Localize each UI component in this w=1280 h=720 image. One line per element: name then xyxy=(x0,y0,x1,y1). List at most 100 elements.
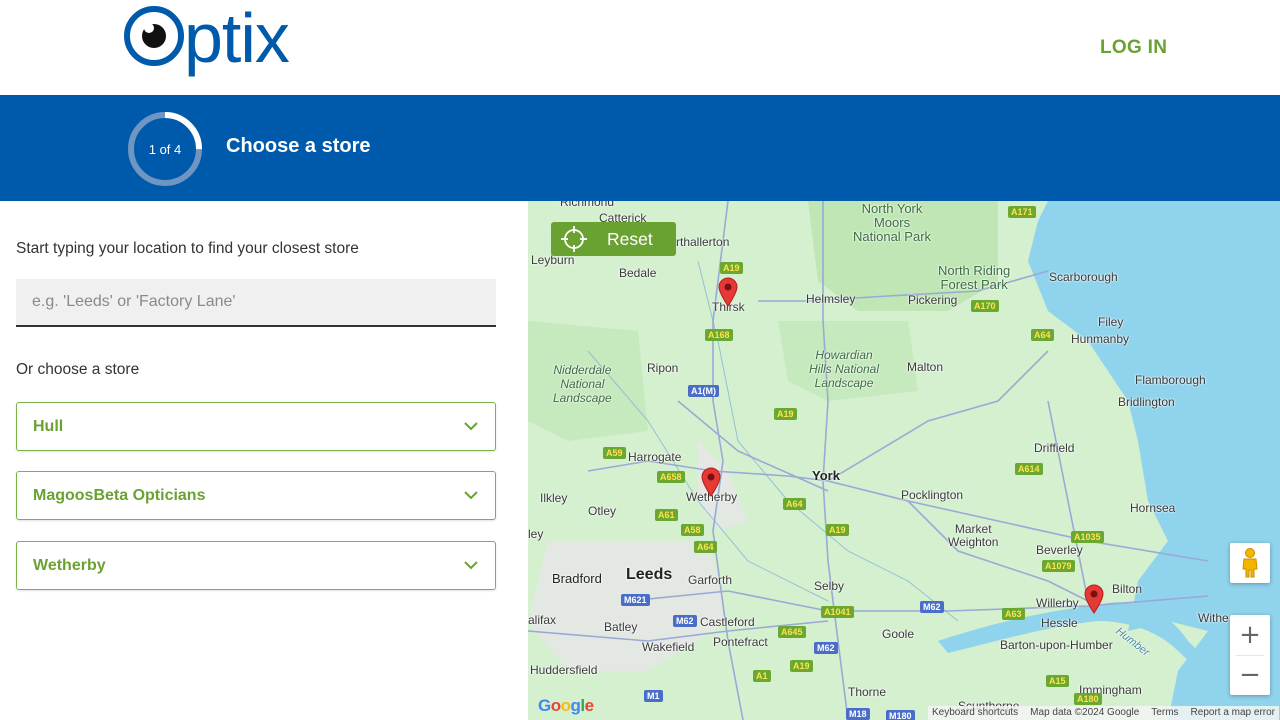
map-label-helmsley: Helmsley xyxy=(806,292,856,306)
road-shield: A170 xyxy=(971,300,999,312)
zoom-out-button[interactable]: − xyxy=(1230,655,1270,695)
crosshair-icon xyxy=(561,226,587,252)
road-shield: M62 xyxy=(814,642,838,654)
road-shield: A180 xyxy=(1074,693,1102,705)
map-label-northallerton: rthallerton xyxy=(676,235,730,249)
road-shield: A1(M) xyxy=(688,385,719,397)
map-data-text: Map data ©2024 Google xyxy=(1030,707,1140,718)
road-shield: A19 xyxy=(774,408,797,420)
map-label-bedale: Bedale xyxy=(619,266,657,280)
map-label-garforth: Garforth xyxy=(688,573,733,587)
keyboard-shortcuts-link[interactable]: Keyboard shortcuts xyxy=(932,707,1018,719)
store-pin-thirsk[interactable] xyxy=(717,277,739,307)
map-label-hessle: Hessle xyxy=(1041,616,1078,630)
map-label-hornsea: Hornsea xyxy=(1130,501,1176,515)
road-shield: A1035 xyxy=(1071,531,1104,543)
map-label-leeds: Leeds xyxy=(626,566,673,583)
map-label-pontefract: Pontefract xyxy=(713,635,768,649)
choose-store-label: Or choose a store xyxy=(16,361,140,378)
map-label-willerby: Willerby xyxy=(1036,596,1079,610)
road-shield: A19 xyxy=(790,660,813,672)
road-shield: A658 xyxy=(657,471,685,483)
chevron-down-icon xyxy=(464,422,478,431)
store-name: Hull xyxy=(33,418,64,435)
map-label-market-weighton: Market Weighton xyxy=(948,522,999,549)
chevron-down-icon xyxy=(464,491,478,500)
map-label-richmond: Richmond xyxy=(560,201,615,209)
map-label-north-riding-forest: North Riding Forest Park xyxy=(938,263,1011,292)
road-shield: M62 xyxy=(673,615,697,627)
map-label-huddersfield: Huddersfield xyxy=(530,663,598,677)
terms-link[interactable]: Terms xyxy=(1151,707,1178,719)
road-shield: A58 xyxy=(681,524,704,536)
store-dropdown-wetherby[interactable]: Wetherby xyxy=(16,541,496,590)
map-label-harrogate: Harrogate xyxy=(628,450,682,464)
street-view-pegman[interactable] xyxy=(1230,543,1270,583)
store-selector-panel: Start typing your location to find your … xyxy=(0,201,528,720)
road-shield: A15 xyxy=(1046,675,1069,687)
map-label-nidderdale: Nidderdale National Landscape xyxy=(553,363,612,405)
zoom-control: + − xyxy=(1230,615,1270,695)
map-label-bradford: Bradford xyxy=(552,571,602,586)
road-shield: A1 xyxy=(753,670,771,682)
map-label-ilkley: Ilkley xyxy=(540,491,568,505)
map-label-york: York xyxy=(812,468,840,483)
map-label-thorne: Thorne xyxy=(848,685,887,699)
map-label-castleford: Castleford xyxy=(700,615,755,629)
location-search-input[interactable] xyxy=(16,279,496,327)
road-shield: M18 xyxy=(846,708,870,720)
step-indicator: 1 of 4 xyxy=(148,141,182,157)
road-shield: A64 xyxy=(783,498,806,510)
store-pin-hull[interactable] xyxy=(1083,584,1105,614)
map-label-otley: Otley xyxy=(588,504,617,518)
map-label-hunmanby: Hunmanby xyxy=(1071,332,1130,346)
page-title: Choose a store xyxy=(226,135,371,157)
map-label-barton: Barton-upon-Humber xyxy=(1000,638,1113,652)
report-map-error-link[interactable]: Report a map error xyxy=(1191,707,1275,719)
road-shield: A19 xyxy=(720,262,743,274)
road-shield: A1079 xyxy=(1042,560,1075,572)
map-label-halifax: alifax xyxy=(528,613,557,627)
chevron-down-icon xyxy=(464,561,478,570)
map-attribution: Keyboard shortcuts Map data ©2024 Google… xyxy=(928,706,1280,720)
store-name: MagoosBeta Opticians xyxy=(33,487,206,504)
map-label-wakefield: Wakefield xyxy=(642,640,695,654)
search-prompt: Start typing your location to find your … xyxy=(16,240,359,257)
store-pin-wetherby[interactable] xyxy=(700,467,722,497)
google-logo[interactable]: Google xyxy=(538,696,594,716)
map-label-north-york-moors: North York Moors National Park xyxy=(853,201,932,244)
map-label-driffield: Driffield xyxy=(1034,441,1075,455)
step-banner: 1 of 4 Choose a store xyxy=(0,95,1280,201)
map-reset-button[interactable]: Reset xyxy=(551,222,676,256)
road-shield: A63 xyxy=(1002,608,1025,620)
map-label-withernsea: Withe xyxy=(1198,611,1229,625)
map-label-pocklington: Pocklington xyxy=(901,488,964,502)
svg-text:ptix: ptix xyxy=(184,0,290,77)
site-header: ptix LOG IN xyxy=(0,0,1280,95)
reset-label: Reset xyxy=(607,229,653,249)
store-map[interactable]: Richmond Catterick rthallerton Leyburn B… xyxy=(528,201,1280,720)
map-label-selby: Selby xyxy=(814,579,845,593)
optix-logo[interactable]: ptix xyxy=(118,0,338,90)
map-label-ley: ley xyxy=(528,527,544,541)
pegman-icon xyxy=(1242,548,1258,578)
road-shield: A59 xyxy=(603,447,626,459)
road-shield: A61 xyxy=(655,509,678,521)
map-label-pickering: Pickering xyxy=(908,293,958,307)
login-link[interactable]: LOG IN xyxy=(1100,37,1167,59)
road-shield: A64 xyxy=(694,541,717,553)
map-label-goole: Goole xyxy=(882,627,915,641)
map-label-beverley: Beverley xyxy=(1036,543,1083,557)
road-shield: A168 xyxy=(705,329,733,341)
zoom-in-button[interactable]: + xyxy=(1230,615,1270,655)
map-label-flamborough: Flamborough xyxy=(1135,373,1206,387)
road-shield: A614 xyxy=(1015,463,1043,475)
map-label-bridlington: Bridlington xyxy=(1118,395,1175,409)
store-dropdown-magoosbeta[interactable]: MagoosBeta Opticians xyxy=(16,471,496,520)
road-shield: A64 xyxy=(1031,329,1054,341)
road-shield: M62 xyxy=(920,601,944,613)
store-dropdown-hull[interactable]: Hull xyxy=(16,402,496,451)
road-shield: A171 xyxy=(1008,206,1036,218)
map-label-ripon: Ripon xyxy=(647,361,679,375)
map-label-batley: Batley xyxy=(604,620,638,634)
